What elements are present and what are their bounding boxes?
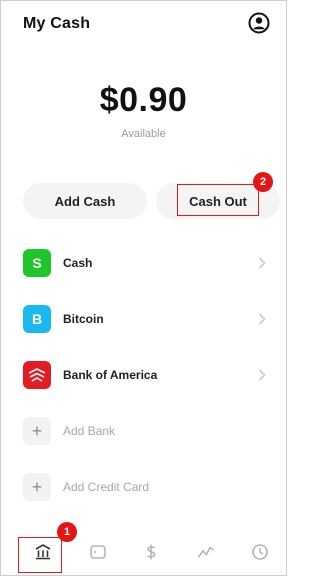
app-frame: My Cash $0.90 Available Add Cash Cash Ou… <box>0 0 287 576</box>
account-label: Bitcoin <box>63 312 104 326</box>
plus-icon: + <box>23 473 51 501</box>
annotation-marker: 1 <box>57 522 77 542</box>
tab-activity[interactable] <box>249 541 271 563</box>
add-bank-label: Add Bank <box>63 424 116 438</box>
add-cash-button[interactable]: Add Cash <box>23 183 147 219</box>
bank-of-america-logo <box>23 361 51 389</box>
clock-icon <box>252 544 268 560</box>
add-bank-row[interactable]: + Add Bank <box>23 417 272 445</box>
account-label: Bank of America <box>63 368 158 382</box>
cash-icon: S <box>23 249 51 277</box>
chevron-right-icon <box>258 313 266 325</box>
tab-pay[interactable] <box>140 541 162 563</box>
add-credit-card-label: Add Credit Card <box>63 480 150 494</box>
cash-out-highlight <box>177 184 259 216</box>
chevron-right-icon <box>258 257 266 269</box>
bitcoin-icon: B <box>23 305 51 333</box>
account-label: Cash <box>63 256 93 270</box>
balance-subtitle: Available <box>121 128 166 140</box>
tab-card[interactable] <box>87 541 109 563</box>
account-row-cash[interactable]: S Cash <box>23 249 272 277</box>
account-row-bitcoin[interactable]: B Bitcoin <box>23 305 272 333</box>
balance-amount: $0.90 <box>99 81 188 119</box>
plus-icon: + <box>23 417 51 445</box>
card-icon <box>90 545 106 559</box>
header: My Cash <box>23 12 276 37</box>
annotation-marker: 2 <box>253 172 273 192</box>
profile-icon[interactable] <box>248 12 270 34</box>
tab-investing[interactable] <box>195 541 217 563</box>
account-row-bank-of-america[interactable]: Bank of America <box>23 361 272 389</box>
page-title: My Cash <box>23 15 91 32</box>
activity-icon <box>197 546 214 558</box>
home-tab-highlight <box>18 537 62 573</box>
chevron-right-icon <box>258 369 266 381</box>
add-credit-card-row[interactable]: + Add Credit Card <box>23 473 272 501</box>
dollar-icon <box>147 544 156 560</box>
